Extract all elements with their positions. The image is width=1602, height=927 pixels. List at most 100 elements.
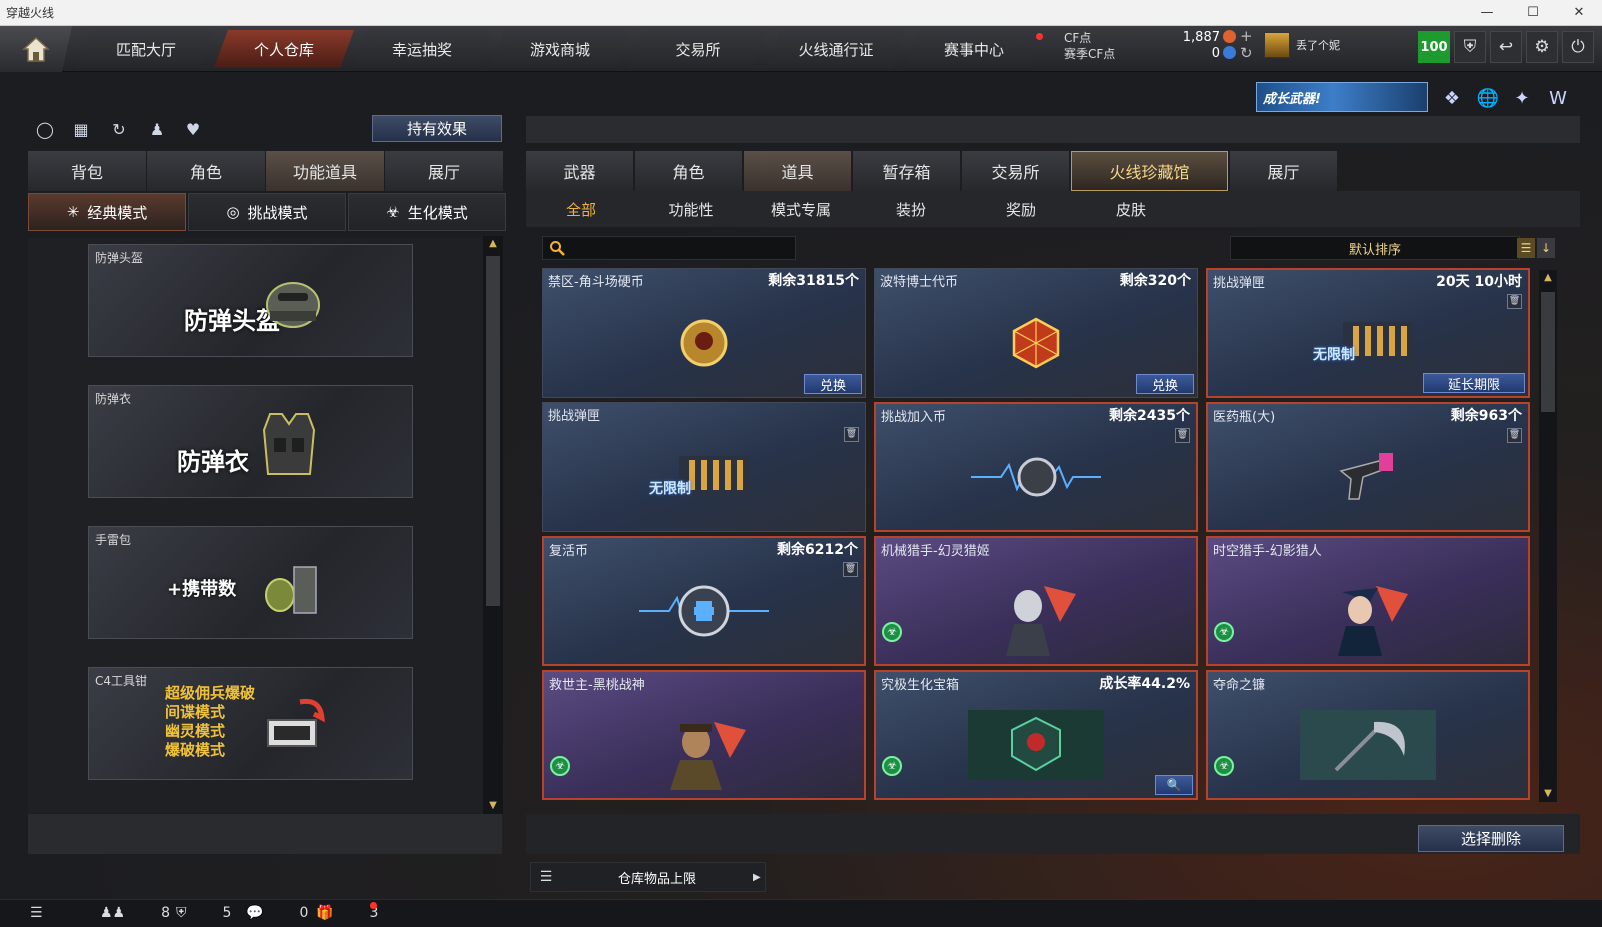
item-card[interactable]: 机械猎手-幻灵猎姬 ☣	[874, 536, 1198, 666]
nav-tab-lucky-draw[interactable]: 幸运抽奖	[352, 30, 492, 68]
nav-tab-battle-pass[interactable]: 火线通行证	[766, 30, 906, 68]
star-badge-icon[interactable]: ✦	[1508, 84, 1536, 112]
nav-tab-label: 交易所	[675, 40, 721, 59]
shield-icon[interactable]: ⛨	[1454, 31, 1486, 63]
tab-exchange[interactable]: 交易所	[962, 151, 1069, 191]
user-profile[interactable]: 丢了个妮	[1264, 32, 1340, 58]
toggle-off-icon[interactable]: ◯	[32, 116, 58, 142]
home-button[interactable]	[0, 26, 72, 72]
messages-item[interactable]: 💬 0	[246, 905, 308, 921]
subtab-skins[interactable]: 皮肤	[1076, 191, 1186, 227]
mode-classic[interactable]: ✳ 经典模式	[28, 193, 186, 231]
item-card[interactable]: 挑战弹匣 20天 10小时 🗑 无限制 延长期限	[1206, 268, 1530, 398]
friends-item[interactable]: ♟♟ 8	[100, 905, 170, 921]
trash-icon[interactable]: 🗑	[843, 562, 858, 577]
warehouse-capacity[interactable]: ☰ 仓库物品上限 ▶	[530, 862, 766, 892]
add-icon[interactable]: +	[1240, 28, 1253, 45]
tab-characters[interactable]: 角色	[635, 151, 742, 191]
sort-label: 默认排序	[1348, 242, 1401, 258]
close-icon[interactable]: ✕	[1556, 0, 1602, 26]
item-card[interactable]: 究极生化宝箱 成长率44.2% ☣ 🔍	[874, 670, 1198, 800]
item-info: 剩余6212个	[777, 542, 858, 558]
item-card[interactable]: 波特博士代币 剩余320个 兑换	[874, 268, 1198, 398]
tab-character[interactable]: 角色	[147, 151, 265, 191]
item-card[interactable]: 时空猎手-幻影猎人 ☣	[1206, 536, 1530, 666]
gear-icon[interactable]: ⚙	[1526, 31, 1558, 63]
item-card[interactable]: 夺命之镰 ☣	[1206, 670, 1530, 800]
mode-challenge[interactable]: ◎ 挑战模式	[188, 193, 346, 231]
item-card[interactable]: 挑战加入币 剩余2435个 🗑	[874, 402, 1198, 532]
tab-weapons[interactable]: 武器	[526, 151, 633, 191]
trash-icon[interactable]: 🗑	[1507, 428, 1522, 443]
list-view-icon[interactable]: ☰	[1517, 238, 1535, 258]
nav-tab-personal-warehouse[interactable]: 个人仓库	[214, 30, 354, 68]
subtab-rewards[interactable]: 奖励	[966, 191, 1076, 227]
power-icon[interactable]: ⏻	[1562, 31, 1594, 63]
nav-tab-game-mall[interactable]: 游戏商城	[490, 30, 630, 68]
nav-tab-exchange[interactable]: 交易所	[628, 30, 768, 68]
minimize-icon[interactable]: —	[1464, 0, 1510, 26]
exchange-button[interactable]: 兑换	[1136, 374, 1194, 394]
gifts-item[interactable]: 🎁 3	[316, 905, 378, 921]
equip-grenade-pack[interactable]: 手雷包 +携带数	[88, 526, 413, 639]
character-icon[interactable]: ♟	[144, 116, 170, 142]
extend-term-button[interactable]: 延长期限	[1423, 373, 1525, 393]
subtab-all[interactable]: 全部	[526, 191, 636, 227]
select-delete-button[interactable]: 选择删除	[1418, 825, 1564, 852]
sort-dropdown[interactable]: 默认排序	[1230, 236, 1520, 260]
maximize-icon[interactable]: ☐	[1510, 0, 1556, 26]
scroll-up-icon[interactable]: ▲	[1539, 270, 1557, 286]
equip-c4-pliers[interactable]: C4工具钳 超级佣兵爆破 间谍模式 幽灵模式 爆破模式	[88, 667, 413, 780]
trash-icon[interactable]: 🗑	[1507, 294, 1522, 309]
preview-search-icon[interactable]: 🔍	[1155, 775, 1193, 795]
mode-tabs: ✳ 经典模式 ◎ 挑战模式 ☣ 生化模式	[28, 193, 508, 231]
nav-tab-match-lobby[interactable]: 匹配大厅	[76, 30, 216, 68]
refresh-icon[interactable]: ↻	[106, 116, 132, 142]
right-scrollbar[interactable]: ▲ ▼	[1539, 270, 1557, 802]
subtab-functional[interactable]: 功能性	[636, 191, 746, 227]
tab-showroom[interactable]: 展厅	[1230, 151, 1337, 191]
search-box[interactable]	[542, 236, 796, 260]
tab-showroom[interactable]: 展厅	[385, 151, 503, 191]
subtab-dress-up[interactable]: 装扮	[856, 191, 966, 227]
item-card[interactable]: 挑战弹匣 🗑 无限制	[542, 402, 866, 532]
trash-icon[interactable]: 🗑	[1175, 428, 1190, 443]
scroll-up-icon[interactable]: ▲	[483, 236, 503, 252]
subtab-mode-exclusive[interactable]: 模式专属	[746, 191, 856, 227]
return-icon[interactable]: ↩	[1490, 31, 1522, 63]
tab-backpack[interactable]: 背包	[28, 151, 146, 191]
sort-direction-icon[interactable]: ↓	[1537, 238, 1555, 258]
trash-icon[interactable]: 🗑	[844, 427, 859, 442]
scroll-thumb[interactable]	[486, 256, 500, 606]
search-input[interactable]	[571, 241, 781, 255]
bag-icon[interactable]: ♥	[180, 116, 206, 142]
tab-functional-items[interactable]: 功能道具	[266, 151, 384, 191]
tab-storage-box[interactable]: 暂存箱	[853, 151, 960, 191]
scroll-down-icon[interactable]: ▼	[483, 798, 503, 814]
tab-items[interactable]: 道具	[744, 151, 851, 191]
level-badge[interactable]: 100	[1418, 31, 1450, 63]
scroll-thumb[interactable]	[1541, 292, 1555, 412]
vip-badge-icon[interactable]: ❖	[1438, 84, 1466, 112]
clan-item[interactable]: ⛨ 5	[176, 905, 231, 921]
scroll-down-icon[interactable]: ▼	[1539, 786, 1557, 802]
equip-vest[interactable]: 防弹衣 防弹衣	[88, 385, 413, 498]
item-card[interactable]: 医药瓶(大) 剩余963个 🗑	[1206, 402, 1530, 532]
exchange-button[interactable]: 兑换	[804, 374, 862, 394]
menu-list-icon[interactable]: ☰	[30, 905, 43, 921]
item-card[interactable]: 复活币 剩余6212个 🗑	[542, 536, 866, 666]
clan-shield-icon: ⛨	[176, 905, 187, 921]
left-scrollbar[interactable]: ▲ ▼	[483, 236, 503, 814]
equip-helmet[interactable]: 防弹头盔 防弹头盔	[88, 244, 413, 357]
wing-badge-icon[interactable]: W	[1544, 84, 1572, 112]
hold-effect-button[interactable]: 持有效果	[372, 115, 502, 142]
globe-badge-icon[interactable]: 🌐	[1474, 84, 1502, 112]
growth-weapon-banner[interactable]: 成长武器!	[1256, 82, 1428, 112]
refresh-icon[interactable]: ↻	[1240, 45, 1253, 62]
item-card[interactable]: 救世主-黑桃战神 ☣	[542, 670, 866, 800]
mode-biochem[interactable]: ☣ 生化模式	[348, 193, 506, 231]
stats-icon[interactable]: ▦	[68, 116, 94, 142]
tab-collection-hall[interactable]: 火线珍藏馆	[1071, 151, 1228, 191]
nav-tab-event-center[interactable]: 赛事中心	[904, 30, 1044, 68]
item-card[interactable]: 禁区-角斗场硬币 剩余31815个 兑换	[542, 268, 866, 398]
